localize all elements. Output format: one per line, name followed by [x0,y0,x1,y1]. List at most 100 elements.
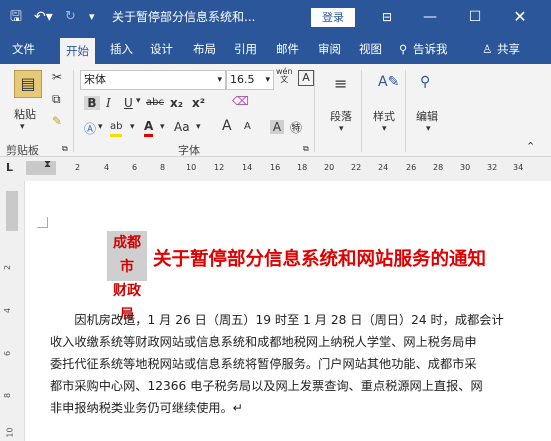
tab-design[interactable]: 设计 [150,34,173,64]
font-launcher-icon[interactable]: ⧉ [303,144,309,154]
ruler-mark: 22 [351,163,362,172]
chevron-down-icon[interactable]: ▾ [426,124,431,134]
separator [314,70,315,152]
tab-view[interactable]: 视图 [359,34,382,64]
ruler-mark: 32 [487,163,498,172]
styles-icon[interactable]: A✎ [378,74,399,90]
customize-icon[interactable]: ▾ [89,0,95,34]
tab-review[interactable]: 审阅 [318,34,341,64]
ruler-mark: 4 [3,307,13,314]
text-effects-icon[interactable]: Ⓐ [84,120,96,137]
character-border-icon[interactable]: A [298,70,314,86]
tab-selector[interactable]: L [6,161,13,174]
minimize-icon[interactable]: — [410,0,450,34]
superscript-button[interactable]: x² [192,96,205,110]
maximize-icon[interactable]: ☐ [455,0,495,34]
chevron-down-icon[interactable]: ▾ [98,122,103,132]
vertical-ruler[interactable]: 2 4 6 8 10 [0,181,25,441]
margin-corner-mark [37,217,48,228]
tab-insert[interactable]: 插入 [110,34,133,64]
shrink-font-button[interactable]: A [244,121,251,132]
share-label[interactable]: 共享 [497,34,520,64]
chevron-down-icon[interactable]: ▾ [130,122,135,132]
paste-button[interactable]: 粘贴 [14,106,36,122]
ruler-mark: 4 [104,163,110,172]
chevron-down-icon[interactable]: ▾ [339,124,344,134]
font-name-combo[interactable]: 宋体 ▾ [80,70,226,90]
tab-references[interactable]: 引用 [234,34,257,64]
document-page[interactable]: 成都市 财政局 关于暂停部分信息系统和网站服务的通知 因机房改造，1 月 26 … [25,181,551,441]
ruler-mark: 16 [270,163,281,172]
format-painter-icon[interactable]: ✎ [52,114,62,128]
document-paragraph: 因机房改造，1 月 26 日（周五）19 时至 1 月 28 日（周日）24 时… [50,309,550,419]
ruler-margin-top [6,191,18,231]
chevron-down-icon[interactable]: ▾ [160,122,165,132]
login-button[interactable]: 登录 [311,8,355,27]
tell-me-label[interactable]: 告诉我 [413,34,448,64]
tab-mailings[interactable]: 邮件 [276,34,299,64]
change-case-button[interactable]: Aa [174,120,190,134]
clipboard-group-label: 剪贴板 [6,144,39,157]
copy-icon[interactable]: ⧉ [52,92,61,107]
seal-stamp: 成都市 财政局 [107,231,147,323]
tab-file[interactable]: 文件 [12,34,35,64]
ruler-mark: 10 [5,427,15,438]
font-group-label: 字体 [178,144,200,157]
collapse-ribbon-icon[interactable]: ⌃ [526,140,535,153]
phonetic-label: wén [276,67,293,76]
close-icon[interactable]: ✕ [500,0,540,34]
paragraph-line: 委托代征系统等地税网站或信息系统将暂停服务。门户网站其他功能、成都市采 [50,357,477,371]
subscript-button[interactable]: x₂ [170,96,183,110]
character-shading-icon[interactable]: A [270,120,284,134]
horizontal-ruler[interactable]: L ⧗ 2 4 6 8 10 12 14 16 18 20 22 24 26 2… [0,157,551,182]
tell-me-icon[interactable]: ⚲ [399,34,407,64]
font-size-combo[interactable]: 16.5 ▾ [226,70,274,90]
ruler-mark: 14 [242,163,253,172]
ruler-mark: 8 [160,163,166,172]
italic-button[interactable]: I [106,96,111,110]
undo-icon[interactable]: ↶▾ [34,0,53,34]
tab-layout[interactable]: 布局 [193,34,216,64]
indent-marker-icon[interactable]: ⧗ [44,159,51,170]
search-icon[interactable]: ⚲ [420,74,430,90]
ruler-mark: 28 [433,163,444,172]
font-color-icon[interactable]: A [144,119,154,137]
share-icon[interactable]: ♙ [482,34,492,64]
save-icon[interactable]: 🖫 [10,0,22,34]
ruler-mark: 12 [214,163,225,172]
ruler-mark: 18 [297,163,308,172]
ribbon-display-icon[interactable]: ⊟ [367,0,407,34]
highlight-icon[interactable]: ab [110,120,123,137]
paste-icon[interactable]: ▤ [14,70,42,98]
chevron-down-icon[interactable]: ▾ [196,122,201,132]
cut-icon[interactable]: ✂ [52,70,62,84]
strikethrough-button[interactable]: abc [146,97,164,108]
ruler-mark: 10 [186,163,197,172]
paste-dropdown-icon[interactable]: ▾ [20,122,25,132]
phonetic-guide-icon[interactable]: wén 文 [276,68,293,84]
paragraph-button[interactable]: 段落 [330,108,352,124]
ruler-mark: 6 [3,350,13,357]
chevron-down-icon[interactable]: ▾ [382,124,387,134]
ruler-margin-left [26,161,56,175]
chevron-down-icon[interactable]: ▾ [265,71,270,89]
font-name-value: 宋体 [84,73,106,86]
ruler-mark: 20 [324,163,335,172]
enclose-characters-icon[interactable]: ㊕ [290,119,302,136]
ruler-mark: 6 [132,163,138,172]
tab-home[interactable]: 开始 [60,38,95,64]
separator [73,70,74,152]
styles-button[interactable]: 样式 [373,108,395,124]
clear-formatting-icon[interactable]: ⌫ [232,94,249,108]
underline-button[interactable]: U [124,96,133,110]
bold-button[interactable]: B [84,96,100,110]
clipboard-launcher-icon[interactable]: ⧉ [62,144,68,154]
chevron-down-icon[interactable]: ▾ [136,96,141,106]
chevron-down-icon[interactable]: ▾ [217,71,222,89]
ruler-mark: 24 [378,163,389,172]
paragraph-icon[interactable]: ≡ [334,74,347,93]
redo-icon[interactable]: ↻ [65,0,76,34]
editing-button[interactable]: 编辑 [416,108,438,124]
grow-font-button[interactable]: A [222,118,232,134]
ruler-mark: 34 [513,163,524,172]
